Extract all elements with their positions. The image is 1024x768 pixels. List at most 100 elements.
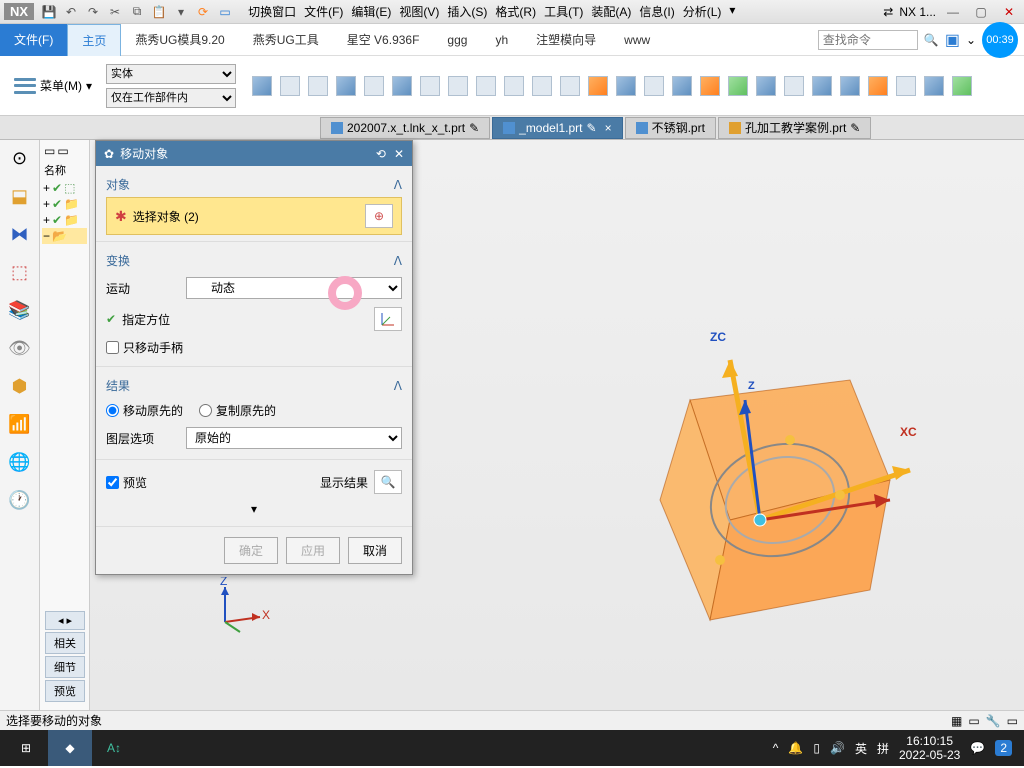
menu-file[interactable]: 文件(F) [304,3,343,20]
rail-icon[interactable]: ⬓ [6,182,34,210]
menu-tools[interactable]: 工具(T) [544,3,583,20]
apply-button[interactable]: 应用 [286,537,340,564]
tool-icon[interactable] [616,76,636,96]
select-target-icon[interactable]: ⊕ [365,204,393,228]
tool-icon[interactable] [448,76,468,96]
tool-icon[interactable] [644,76,664,96]
rail-icon[interactable]: ⬚ [6,258,34,286]
scope-filter[interactable]: 仅在工作部件内 [106,88,236,108]
tab-www[interactable]: www [610,24,664,56]
tool-icon[interactable] [532,76,552,96]
tree-item[interactable]: +✔📁 [42,196,87,212]
tool-icon[interactable] [756,76,776,96]
side-tab-preview[interactable]: 预览 [45,680,85,702]
preview-checkbox[interactable] [106,476,119,489]
redo-icon[interactable]: ↷ [84,3,102,21]
menu-switch-window[interactable]: 切换窗口 [248,3,296,20]
reset-icon[interactable]: ⟲ [376,147,386,161]
tool-icon[interactable] [868,76,888,96]
close-tab-icon[interactable]: × [605,121,612,135]
tool-icon[interactable] [280,76,300,96]
tab-mold-wizard[interactable]: 注塑模向导 [522,24,610,56]
tool-icon[interactable] [896,76,916,96]
start-button[interactable]: ⊞ [4,730,48,766]
menu-button[interactable]: 菜单(M) ▾ [6,73,100,98]
fullscreen-icon[interactable]: ▣ [945,30,960,50]
tool-icon[interactable] [728,76,748,96]
more-icon[interactable]: ▾ [172,3,190,21]
tab-yanxiu-tools[interactable]: 燕秀UG工具 [239,24,333,56]
minimize-icon[interactable]: — [944,3,962,21]
tool-icon[interactable] [308,76,328,96]
taskbar-app[interactable]: ◆ [48,730,92,766]
tray-network-icon[interactable]: ▯ [813,741,820,755]
cut-icon[interactable]: ✂ [106,3,124,21]
cancel-button[interactable]: 取消 [348,537,402,564]
status-icon[interactable]: 🔧 [986,714,1001,728]
status-icon[interactable]: ▭ [1007,714,1018,728]
tray-chat-icon[interactable]: 💬 [970,741,985,755]
select-object-row[interactable]: ✱ 选择对象 (2) ⊕ [106,197,402,235]
rail-icon[interactable]: ⊙ [6,144,34,172]
side-tab-detail[interactable]: 细节 [45,656,85,678]
status-icon[interactable]: ▦ [951,714,962,728]
tool-icon[interactable] [364,76,384,96]
edit-icon[interactable]: ✎ [850,121,860,135]
layer-select[interactable]: 原始的 [186,427,402,449]
tool-icon[interactable] [588,76,608,96]
tray-volume-icon[interactable]: 🔊 [830,741,845,755]
tool-icon[interactable] [560,76,580,96]
tool-icon[interactable] [336,76,356,96]
doc-tab[interactable]: _model1.prt✎× [492,117,622,139]
status-icon[interactable]: ▭ [968,714,979,728]
paste-icon[interactable]: 📋 [150,3,168,21]
menu-edit[interactable]: 编辑(E) [351,3,391,20]
refresh-icon[interactable]: ⟳ [194,3,212,21]
tool-icon[interactable] [672,76,692,96]
tree-item[interactable]: −📂 [42,228,87,244]
tool-icon[interactable] [420,76,440,96]
tool-icon[interactable] [504,76,524,96]
tray-bell-icon[interactable]: 🔔 [788,741,803,755]
rail-icon[interactable]: 🌐 [6,448,34,476]
tree-item[interactable]: +✔⬚ [42,180,87,196]
rail-icon[interactable]: ⧓ [6,220,34,248]
edit-icon[interactable]: ✎ [469,121,479,135]
section-object[interactable]: 对象ᐱ [106,172,402,197]
side-tab-related[interactable]: 相关 [45,632,85,654]
close-dialog-icon[interactable]: ✕ [394,147,404,161]
tray-up-icon[interactable]: ^ [773,741,779,755]
rail-icon[interactable]: ⬢ [6,372,34,400]
tab-xingkong[interactable]: 星空 V6.936F [333,24,434,56]
tab-ggg[interactable]: ggg [433,24,481,56]
tree-tab-icon[interactable]: ▭ [57,144,68,158]
radio-copy[interactable]: 复制原先的 [199,402,276,419]
tool-icon[interactable] [252,76,272,96]
rail-icon[interactable]: 🕐 [6,486,34,514]
notification-badge[interactable]: 2 [995,740,1012,756]
rail-icon[interactable]: 📚 [6,296,34,324]
section-transform[interactable]: 变换ᐱ [106,248,402,273]
type-filter[interactable]: 实体 [106,64,236,84]
tab-home[interactable]: 主页 [67,24,121,56]
chevron-down-icon[interactable]: ▾ [251,502,257,516]
show-result-icon[interactable]: 🔍 [374,470,402,494]
handle-only-checkbox[interactable] [106,341,119,354]
window-icon[interactable]: ▭ [216,3,234,21]
tool-icon[interactable] [392,76,412,96]
menu-more[interactable]: ▾ [729,3,735,20]
doc-tab[interactable]: 不锈钢.prt [625,117,716,139]
collapse-ribbon-icon[interactable]: ⌄ [966,33,976,47]
save-icon[interactable]: 💾 [40,3,58,21]
menu-format[interactable]: 格式(R) [495,3,536,20]
motion-select[interactable]: 动态 [186,277,402,299]
tab-yanxiu-mold[interactable]: 燕秀UG模具9.20 [121,24,238,56]
gear-icon[interactable]: ✿ [104,147,114,161]
close-icon[interactable]: ✕ [1000,3,1018,21]
search-icon[interactable]: 🔍 [924,33,939,47]
radio-copy-input[interactable] [199,404,212,417]
section-result[interactable]: 结果ᐱ [106,373,402,398]
doc-tab[interactable]: 202007.x_t.lnk_x_t.prt✎ [320,117,490,139]
tree-tab-icon[interactable]: ▭ [44,144,55,158]
rail-icon[interactable]: 👁 [6,334,34,362]
